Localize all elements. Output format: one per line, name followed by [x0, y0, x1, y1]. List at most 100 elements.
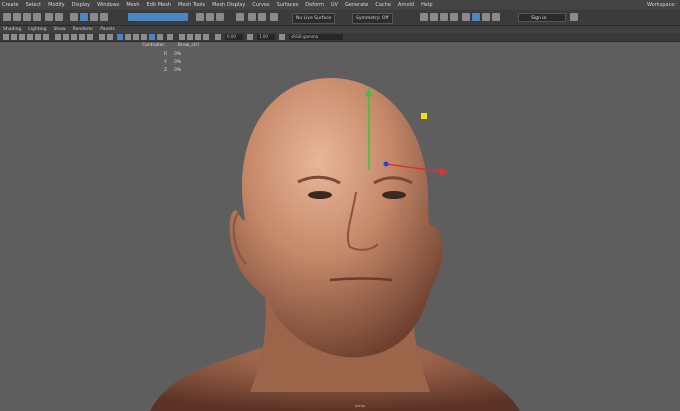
menu-surfaces[interactable]: Surfaces — [277, 0, 299, 10]
panel-menu-bar: Shading Lighting Show Renderer Panels — [0, 26, 680, 33]
gate-mask-icon[interactable] — [79, 34, 85, 40]
x-axis-arrow-icon — [440, 168, 448, 176]
attribute-editor-icon[interactable] — [430, 13, 438, 21]
sign-in-button[interactable]: Sign in — [518, 13, 566, 22]
exposure-icon[interactable] — [215, 34, 221, 40]
symmetry-dropdown[interactable]: Symmetry: Off — [352, 13, 393, 24]
panel-menu-panels[interactable]: Panels — [100, 26, 114, 33]
isolate-select-icon[interactable] — [179, 34, 185, 40]
channel-box-header: Controller: — [142, 43, 166, 48]
menu-edit-mesh[interactable]: Edit Mesh — [147, 0, 171, 10]
menu-create[interactable]: Create — [2, 0, 19, 10]
channel-box-overlay: Controller: Brow_ctrl R 0% Y 0% Z 0% — [140, 42, 210, 76]
shadows-icon[interactable] — [141, 34, 147, 40]
channel-value[interactable]: 0% — [174, 60, 181, 65]
menu-set-icon[interactable] — [3, 13, 11, 21]
dropdown-arrow-icon[interactable] — [570, 13, 578, 21]
tool-settings-icon[interactable] — [440, 13, 448, 21]
snap-grid-icon[interactable] — [196, 13, 204, 21]
panel-menu-lighting[interactable]: Lighting — [28, 26, 46, 33]
xray-components-icon[interactable] — [203, 34, 209, 40]
channel-label: Y — [164, 60, 167, 65]
channel-box-icon[interactable] — [450, 13, 458, 21]
menu-mesh[interactable]: Mesh — [126, 0, 139, 10]
channel-label: R — [164, 52, 168, 57]
z-axis-handle — [383, 161, 389, 167]
textured-icon[interactable] — [125, 34, 131, 40]
menu-uv[interactable]: UV — [331, 0, 338, 10]
menu-select[interactable]: Select — [26, 0, 41, 10]
snap-point-icon[interactable] — [216, 13, 224, 21]
select-camera-icon[interactable] — [3, 34, 9, 40]
image-plane-icon[interactable] — [27, 34, 33, 40]
field-chart-icon[interactable] — [87, 34, 93, 40]
menu-mesh-tools[interactable]: Mesh Tools — [178, 0, 205, 10]
menu-mesh-display[interactable]: Mesh Display — [212, 0, 245, 10]
show-modeling-toolkit-icon[interactable] — [420, 13, 428, 21]
select-object-icon[interactable] — [80, 13, 88, 21]
select-hierarchy-icon[interactable] — [70, 13, 78, 21]
panel-menu-renderer[interactable]: Renderer — [73, 26, 94, 33]
wireframe-on-shaded-icon[interactable] — [117, 34, 123, 40]
2d-pan-icon[interactable] — [35, 34, 41, 40]
panel-menu-shading[interactable]: Shading — [3, 26, 21, 33]
color-management-icon[interactable] — [279, 34, 285, 40]
snap-curve-icon[interactable] — [206, 13, 214, 21]
new-scene-icon[interactable] — [13, 13, 21, 21]
menu-deform[interactable]: Deform — [305, 0, 324, 10]
channel-value[interactable]: 0% — [174, 68, 181, 73]
redo-icon[interactable] — [55, 13, 63, 21]
render-settings-icon[interactable] — [270, 13, 278, 21]
shaded-icon[interactable] — [492, 13, 500, 21]
lights-icon[interactable] — [133, 34, 139, 40]
wireframe-mode-icon[interactable] — [99, 34, 105, 40]
view-transform-dropdown[interactable]: sRGB gamma — [289, 34, 343, 40]
ambient-occlusion-icon[interactable] — [149, 34, 155, 40]
xray-icon[interactable] — [187, 34, 193, 40]
menu-modify[interactable]: Modify — [48, 0, 65, 10]
antialiasing-icon[interactable] — [167, 34, 173, 40]
menu-arnold[interactable]: Arnold — [398, 0, 414, 10]
grid-toggle-icon[interactable] — [55, 34, 61, 40]
status-toolbar: No Live Surface Symmetry: Off Sign in — [0, 10, 680, 26]
menu-cache[interactable]: Cache — [375, 0, 391, 10]
selection-mask-icon[interactable] — [128, 13, 188, 21]
bookmarks-icon[interactable] — [19, 34, 25, 40]
menu-curves[interactable]: Curves — [252, 0, 269, 10]
menu-generate[interactable]: Generate — [345, 0, 368, 10]
head-model[interactable] — [0, 42, 680, 411]
manipulator-center-handle[interactable] — [421, 113, 427, 119]
gamma-icon[interactable] — [247, 34, 253, 40]
smooth-shade-icon[interactable] — [107, 34, 113, 40]
channel-label: Z — [164, 68, 168, 73]
render-icon[interactable] — [248, 13, 256, 21]
select-component-icon[interactable] — [90, 13, 98, 21]
menu-windows[interactable]: Windows — [97, 0, 119, 10]
ipr-render-icon[interactable] — [258, 13, 266, 21]
exposure-field[interactable]: 0.00 — [225, 34, 243, 40]
channel-box-object: Brow_ctrl — [178, 43, 199, 48]
xray-joints-icon[interactable] — [195, 34, 201, 40]
live-surface-field[interactable]: No Live Surface — [292, 13, 336, 24]
menu-display[interactable]: Display — [72, 0, 90, 10]
undo-icon[interactable] — [45, 13, 53, 21]
channel-value[interactable]: 0% — [174, 52, 181, 57]
grease-pencil-icon[interactable] — [43, 34, 49, 40]
lock-camera-icon[interactable] — [11, 34, 17, 40]
gamma-field[interactable]: 1.00 — [257, 34, 275, 40]
history-icon[interactable] — [236, 13, 244, 21]
open-scene-icon[interactable] — [23, 13, 31, 21]
grid-icon[interactable] — [462, 13, 470, 21]
workspace-label[interactable]: Workspace: — [647, 0, 676, 10]
save-scene-icon[interactable] — [33, 13, 41, 21]
motion-blur-icon[interactable] — [157, 34, 163, 40]
menu-help[interactable]: Help — [421, 0, 432, 10]
panel-menu-show[interactable]: Show — [53, 26, 65, 33]
wireframe-icon[interactable] — [482, 13, 490, 21]
camera-name-label: persp — [355, 404, 365, 408]
resolution-gate-icon[interactable] — [71, 34, 77, 40]
camera-icon[interactable] — [472, 13, 480, 21]
lock-selection-icon[interactable] — [100, 13, 108, 21]
perspective-viewport[interactable]: Controller: Brow_ctrl R 0% Y 0% Z 0% per… — [0, 42, 680, 411]
film-gate-icon[interactable] — [63, 34, 69, 40]
